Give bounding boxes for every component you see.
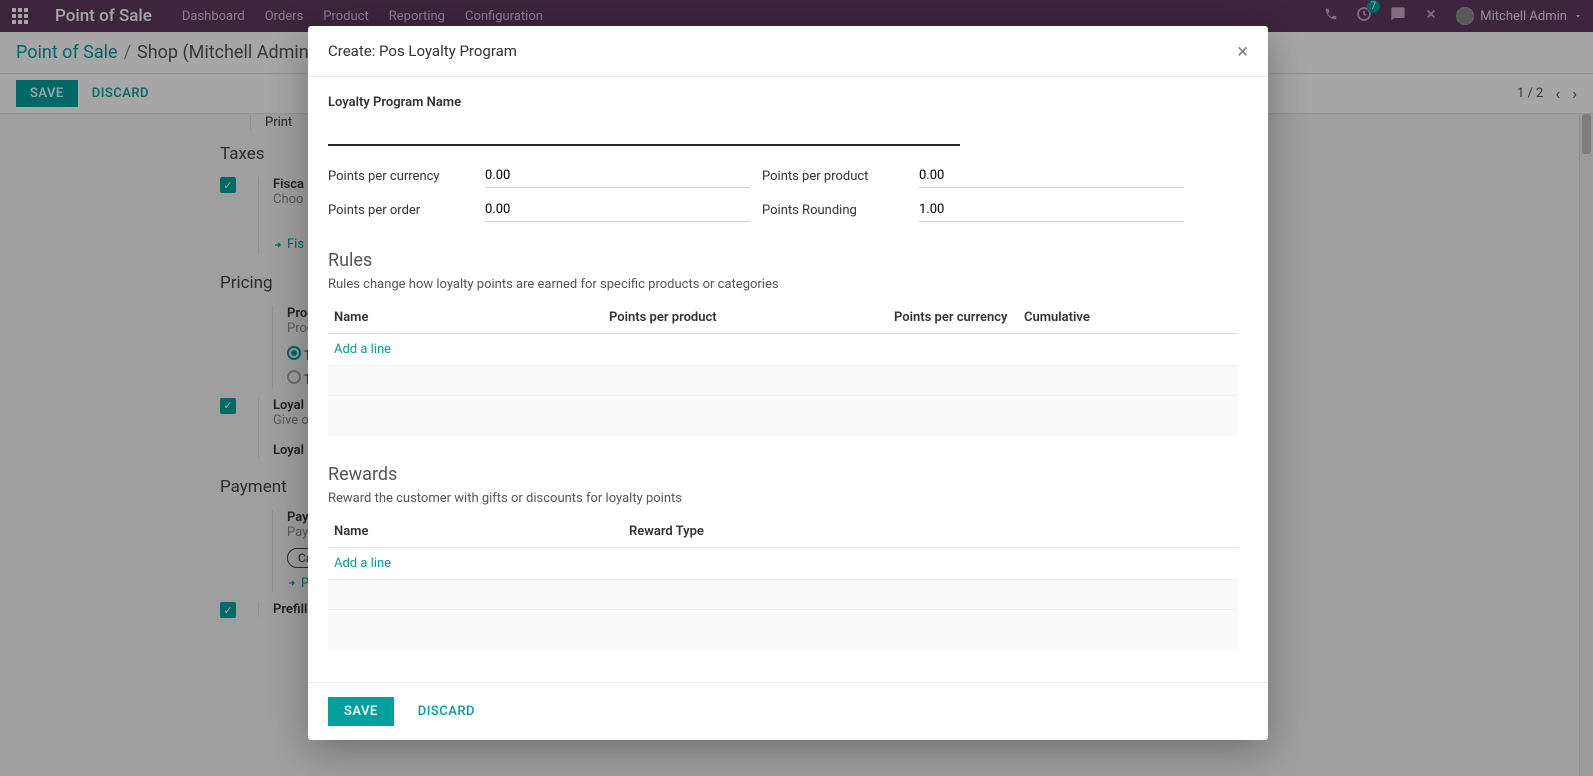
modal-close-button[interactable]: ×	[1237, 39, 1248, 63]
rules-col-cumulative: Cumulative	[1018, 302, 1238, 334]
points-per-product-label: Points per product	[762, 169, 907, 184]
rewards-heading: Rewards	[328, 464, 1248, 485]
modal-save-button[interactable]: SAVE	[328, 697, 394, 726]
modal-title: Create: Pos Loyalty Program	[328, 42, 517, 60]
points-per-currency-input[interactable]	[485, 164, 750, 188]
rules-add-line[interactable]: Add a line	[334, 342, 391, 357]
modal-create-loyalty-program: Create: Pos Loyalty Program × Loyalty Pr…	[308, 26, 1268, 740]
rules-col-ppp: Points per product	[603, 302, 888, 334]
points-per-order-input[interactable]	[485, 198, 750, 222]
rewards-desc: Reward the customer with gifts or discou…	[328, 491, 1248, 506]
modal-discard-button[interactable]: DISCARD	[404, 697, 489, 726]
modal-footer: SAVE DISCARD	[308, 682, 1268, 740]
rewards-table: Name Reward Type Add a line	[328, 516, 1238, 650]
rules-col-name: Name	[328, 302, 603, 334]
rewards-col-name: Name	[328, 516, 623, 548]
points-rounding-label: Points Rounding	[762, 203, 907, 218]
modal-body: Loyalty Program Name Points per currency…	[308, 77, 1268, 682]
program-name-label: Loyalty Program Name	[328, 95, 1248, 110]
rewards-col-type: Reward Type	[623, 516, 1238, 548]
points-rounding-input[interactable]	[919, 198, 1184, 222]
modal-header: Create: Pos Loyalty Program ×	[308, 26, 1268, 77]
rules-col-ppc: Points per currency	[888, 302, 1018, 334]
rules-desc: Rules change how loyalty points are earn…	[328, 277, 1248, 292]
rules-heading: Rules	[328, 250, 1248, 271]
rewards-add-line[interactable]: Add a line	[334, 556, 391, 571]
points-per-product-input[interactable]	[919, 164, 1184, 188]
points-per-order-label: Points per order	[328, 203, 473, 218]
program-name-input[interactable]	[328, 116, 960, 146]
points-per-currency-label: Points per currency	[328, 169, 473, 184]
rules-table: Name Points per product Points per curre…	[328, 302, 1238, 436]
